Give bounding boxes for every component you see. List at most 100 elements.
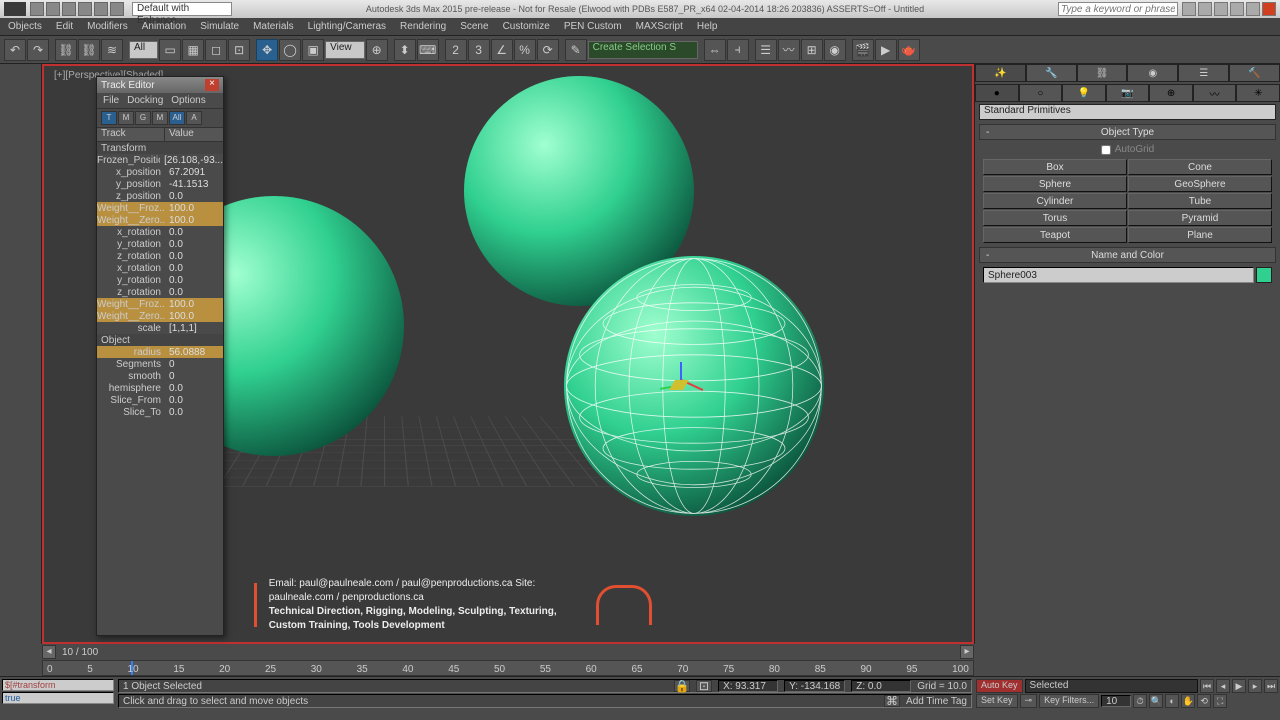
current-frame-input[interactable]: 10 (1101, 695, 1131, 707)
manip-icon[interactable]: ⬍ (394, 39, 416, 61)
te-btn-3[interactable]: M (152, 111, 168, 125)
te-btn-2[interactable]: G (135, 111, 151, 125)
menu-simulate[interactable]: Simulate (200, 21, 239, 32)
track-row[interactable]: smooth0 (97, 370, 223, 382)
object-type-rollout[interactable]: Object Type (979, 124, 1276, 140)
track-row[interactable]: z_rotation0.0 (97, 286, 223, 298)
menu-edit[interactable]: Edit (56, 21, 73, 32)
workspace-preset-dropdown[interactable]: Default with Enhance (132, 2, 232, 16)
primitive-torus[interactable]: Torus (983, 210, 1127, 226)
layers-icon[interactable]: ☰ (755, 39, 777, 61)
qat-redo-icon[interactable] (94, 2, 108, 16)
undo-icon[interactable]: ↶ (4, 39, 26, 61)
te-menu-docking[interactable]: Docking (127, 95, 163, 106)
geometry-icon[interactable]: ● (975, 84, 1019, 102)
track-row[interactable]: y_rotation0.0 (97, 238, 223, 250)
track-row[interactable]: Slice_From0.0 (97, 394, 223, 406)
window-cross-icon[interactable]: ⊡ (228, 39, 250, 61)
track-row[interactable]: Frozen_Position[26.108,-93... (97, 154, 223, 166)
te-btn-0[interactable]: T (101, 111, 117, 125)
setkey-button[interactable]: Set Key (976, 694, 1018, 708)
unlink-icon[interactable]: ⛓ (78, 39, 100, 61)
z-coord[interactable]: Z: 0.0 (851, 680, 911, 692)
timeline-prev-icon[interactable]: ◂ (42, 645, 56, 659)
hierarchy-tab-icon[interactable]: ⛓ (1077, 64, 1128, 82)
menu-materials[interactable]: Materials (253, 21, 294, 32)
helpers-icon[interactable]: ⊕ (1149, 84, 1193, 102)
pivot-icon[interactable]: ⊕ (366, 39, 388, 61)
primitive-geosphere[interactable]: GeoSphere (1128, 176, 1272, 192)
comm-icon[interactable] (1198, 2, 1212, 16)
selection-filter-dropdown[interactable]: All (129, 41, 158, 59)
search-input[interactable] (1058, 2, 1178, 16)
te-btn-4[interactable]: All (169, 111, 185, 125)
move-icon[interactable]: ✥ (256, 39, 278, 61)
qat-link-icon[interactable] (110, 2, 124, 16)
primitive-box[interactable]: Box (983, 159, 1127, 175)
keymode-dropdown[interactable]: Selected (1025, 679, 1198, 693)
align-icon[interactable]: ⫞ (727, 39, 749, 61)
object-name-input[interactable] (983, 267, 1254, 283)
nav-zoom-icon[interactable]: 🔍 (1149, 694, 1163, 708)
menu-maxscript[interactable]: MAXScript (636, 21, 683, 32)
spacewarps-icon[interactable]: 〰 (1193, 84, 1237, 102)
menu-help[interactable]: Help (697, 21, 718, 32)
menu-lightingcameras[interactable]: Lighting/Cameras (308, 21, 386, 32)
track-row[interactable]: Weight__Froz...100.0 (97, 202, 223, 214)
timeline-next-icon[interactable]: ▸ (960, 645, 974, 659)
render-frame-icon[interactable]: ▶ (875, 39, 897, 61)
keyfilters-button[interactable]: Key Filters... (1039, 694, 1099, 708)
primitive-cylinder[interactable]: Cylinder (983, 193, 1127, 209)
track-row[interactable]: Slice_To0.0 (97, 406, 223, 418)
render-setup-icon[interactable]: 🎬 (852, 39, 874, 61)
display-tab-icon[interactable]: ☰ (1178, 64, 1229, 82)
material-icon[interactable]: ◉ (824, 39, 846, 61)
name-color-rollout[interactable]: Name and Color (979, 247, 1276, 263)
goto-end-icon[interactable]: ⏭ (1264, 679, 1278, 693)
percent-snap-icon[interactable]: % (514, 39, 536, 61)
track-editor-close-icon[interactable]: × (205, 79, 219, 91)
script-icon[interactable]: ⌘ (884, 695, 900, 707)
track-row[interactable]: Weight__Froz...100.0 (97, 298, 223, 310)
keyboard-icon[interactable]: ⌨ (417, 39, 439, 61)
snap3d-icon[interactable]: 3 (468, 39, 490, 61)
primitive-pyramid[interactable]: Pyramid (1128, 210, 1272, 226)
render-icon[interactable]: 🫖 (898, 39, 920, 61)
menu-animation[interactable]: Animation (142, 21, 186, 32)
help-icon[interactable] (1182, 2, 1196, 16)
primitive-plane[interactable]: Plane (1128, 227, 1272, 243)
nav-orbit-icon[interactable]: ⟲ (1197, 694, 1211, 708)
max-icon[interactable] (1246, 2, 1260, 16)
edit-selset-icon[interactable]: ✎ (565, 39, 587, 61)
play-icon[interactable]: ▶ (1232, 679, 1246, 693)
motion-tab-icon[interactable]: ◉ (1127, 64, 1178, 82)
primitive-tube[interactable]: Tube (1128, 193, 1272, 209)
qat-save-icon[interactable] (62, 2, 76, 16)
mirror-icon[interactable]: ⇔ (704, 39, 726, 61)
track-row[interactable]: scale[1,1,1] (97, 322, 223, 334)
qat-new-icon[interactable] (30, 2, 44, 16)
curve-editor-icon[interactable]: 〰 (778, 39, 800, 61)
angle-snap-icon[interactable]: ∠ (491, 39, 513, 61)
qat-undo-icon[interactable] (78, 2, 92, 16)
lock-icon[interactable]: 🔒 (674, 680, 690, 692)
track-editor-titlebar[interactable]: Track Editor × (97, 77, 223, 93)
timeline-frame-display[interactable]: 10 / 100 (56, 647, 104, 658)
object-color-swatch[interactable] (1256, 267, 1272, 283)
nav-pan-icon[interactable]: ✋ (1181, 694, 1195, 708)
create-tab-icon[interactable]: ✨ (975, 64, 1026, 82)
nav-fov-icon[interactable]: ◐ (1165, 694, 1179, 708)
timeline-ruler[interactable]: 0510152025303540455055606570758085909510… (42, 660, 974, 676)
primitive-teapot[interactable]: Teapot (983, 227, 1127, 243)
te-menu-file[interactable]: File (103, 95, 119, 106)
schematic-icon[interactable]: ⊞ (801, 39, 823, 61)
autogrid-checkbox[interactable] (1101, 145, 1111, 155)
track-row[interactable]: Object (97, 334, 223, 346)
track-row[interactable]: Weight__Zero...100.0 (97, 214, 223, 226)
iso-icon[interactable]: ⊡ (696, 680, 712, 692)
track-row[interactable]: x_position67.2091 (97, 166, 223, 178)
min-icon[interactable] (1230, 2, 1244, 16)
next-frame-icon[interactable]: ▸ (1248, 679, 1262, 693)
track-row[interactable]: z_position0.0 (97, 190, 223, 202)
te-menu-options[interactable]: Options (171, 95, 205, 106)
